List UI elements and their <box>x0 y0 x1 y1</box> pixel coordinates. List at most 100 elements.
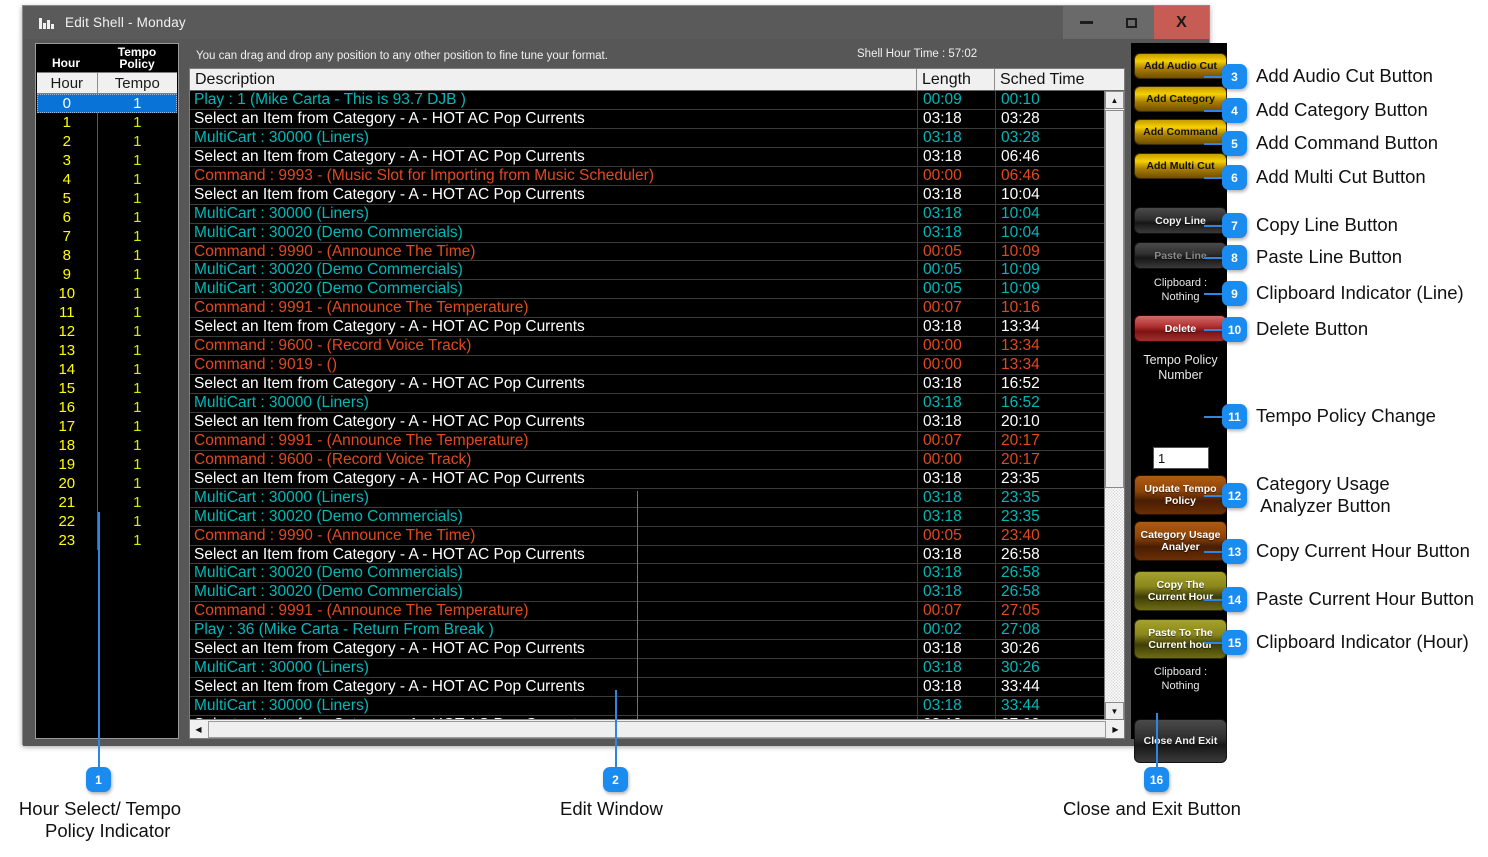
hour-cell: 3 <box>37 151 98 170</box>
scroll-down-arrow-icon[interactable]: ▼ <box>1105 702 1124 720</box>
schedule-row[interactable]: MultiCart : 30020 (Demo Commercials) 03:1… <box>190 564 1104 584</box>
horizontal-scroll-thumb[interactable] <box>208 720 1106 738</box>
annotation-label-5: Add Command Button <box>1256 132 1439 153</box>
row-sched-time: 10:04 <box>995 223 1104 242</box>
paste-line-button[interactable]: Paste Line <box>1134 242 1227 269</box>
tempo-cell: 1 <box>133 456 142 473</box>
schedule-row[interactable]: MultiCart : 30000 (Liners) 03:18 30:26 <box>190 659 1104 679</box>
schedule-row[interactable]: Select an Item from Category - A - HOT A… <box>190 109 1104 129</box>
vertical-scroll-thumb[interactable] <box>1105 110 1124 488</box>
schedule-row[interactable]: Command : 9991 - (Announce The Temperatu… <box>190 602 1104 622</box>
annotation-badge-7: 7 <box>1222 213 1247 238</box>
annotation-badge-15: 15 <box>1222 630 1247 655</box>
schedule-row[interactable]: Select an Item from Category - A - HOT A… <box>190 375 1104 394</box>
schedule-row[interactable]: Select an Item from Category - A - HOT A… <box>190 412 1104 432</box>
hour-row[interactable]: 21 1 <box>37 493 177 512</box>
hour-cell: 1 <box>37 113 98 132</box>
schedule-row[interactable]: MultiCart : 30020 (Demo Commercials) 00:0… <box>190 280 1104 300</box>
schedule-row[interactable]: MultiCart : 30020 (Demo Commercials) 03:1… <box>190 223 1104 243</box>
schedule-row[interactable]: Command : 9600 - (Record Voice Track) 00:… <box>190 337 1104 357</box>
hour-row[interactable]: 61 <box>37 208 177 227</box>
schedule-list-body[interactable]: Play : 1 (Mike Carta - This is 93.7 DJB … <box>189 91 1125 720</box>
tempo-policy-number-label: Tempo Policy Number <box>1143 353 1218 382</box>
row-sched-time: 03:28 <box>995 109 1104 128</box>
hour-row[interactable]: 10 1 <box>37 284 177 303</box>
schedule-row[interactable]: MultiCart : 30000 (Liners) 03:18 16:52 <box>190 394 1104 413</box>
hour-cell: 6 <box>37 208 98 227</box>
schedule-row[interactable]: Command : 9993 - (Music Slot for Importi… <box>190 166 1104 186</box>
close-and-exit-button[interactable]: Close And Exit <box>1134 719 1227 763</box>
vertical-scroll-track[interactable] <box>1105 110 1124 701</box>
add-command-button[interactable]: Add Command <box>1134 119 1227 145</box>
scroll-left-arrow-icon[interactable]: ◀ <box>190 720 207 738</box>
scroll-right-arrow-icon[interactable]: ▶ <box>1107 720 1124 738</box>
row-length: 03:18 <box>917 678 995 696</box>
hour-row[interactable]: 22 1 <box>37 512 177 531</box>
minimize-button[interactable] <box>1063 6 1108 39</box>
schedule-row[interactable]: Select an Item from Category - A - HOT A… <box>190 147 1104 167</box>
paste-to-the-current-hour-button[interactable]: Paste To The Current hour <box>1134 619 1227 659</box>
hour-row[interactable]: 01 <box>37 94 177 113</box>
row-sched-time: 20:17 <box>995 450 1104 469</box>
hour-row[interactable]: 71 <box>37 227 177 246</box>
hour-row[interactable]: 20 1 <box>37 474 177 493</box>
hour-row[interactable]: 12 1 <box>37 322 177 341</box>
tempo-cell: 1 <box>133 342 142 359</box>
hour-row[interactable]: 15 1 <box>37 379 177 398</box>
hour-row[interactable]: 41 <box>37 170 177 189</box>
horizontal-scrollbar[interactable]: ◀ ▶ <box>189 719 1125 739</box>
schedule-row[interactable]: Select an Item from Category - A - HOT A… <box>190 545 1104 565</box>
hour-cell: 7 <box>37 227 98 246</box>
schedule-row[interactable]: Play : 1 (Mike Carta - This is 93.7 DJB … <box>190 91 1104 110</box>
schedule-row[interactable]: Command : 9991 - (Announce The Temperatu… <box>190 431 1104 451</box>
schedule-row[interactable]: Select an Item from Category - A - HOT A… <box>190 640 1104 660</box>
hour-rows-container[interactable]: 0 1 1 1 2 1 3 1 4 1 5 1 6 1 7 1 8 1 9 1 10 1 11 1 12 1 13 1 14 1 15 1 16… <box>37 94 177 550</box>
hour-row[interactable]: 13 1 <box>37 341 177 360</box>
row-length: 03:18 <box>917 128 995 147</box>
vertical-scrollbar[interactable]: ▲ ▼ <box>1104 91 1124 720</box>
hour-row[interactable]: 31 <box>37 151 177 170</box>
hour-row[interactable]: 23 1 <box>37 531 177 550</box>
hour-row[interactable]: 21 <box>37 132 177 151</box>
scroll-up-arrow-icon[interactable]: ▲ <box>1105 91 1124 109</box>
row-length: 00:07 <box>917 602 995 621</box>
schedule-row[interactable]: Command : 9991 - (Announce The Temperatu… <box>190 299 1104 319</box>
schedule-row[interactable]: Select an Item from Category - A - HOT A… <box>190 318 1104 338</box>
tempo-cell: 1 <box>133 418 142 435</box>
schedule-row[interactable]: MultiCart : 30000 (Liners) 03:18 03:28 <box>190 128 1104 148</box>
schedule-row[interactable]: Select an Item from Category - A - HOT A… <box>190 185 1104 205</box>
hour-row[interactable]: 19 1 <box>37 455 177 474</box>
hour-row[interactable]: 81 <box>37 246 177 265</box>
schedule-row[interactable]: MultiCart : 30000 (Liners) 03:18 10:04 <box>190 204 1104 224</box>
hour-row[interactable]: 16 1 <box>37 398 177 417</box>
row-description: MultiCart : 30020 (Demo Commercials) <box>194 223 463 241</box>
hour-row[interactable]: 51 <box>37 189 177 208</box>
annotation-badge-16: 16 <box>1144 767 1169 792</box>
add-category-button[interactable]: Add Category <box>1134 86 1227 112</box>
hour-row[interactable]: 18 1 <box>37 436 177 455</box>
schedule-row[interactable]: Play : 36 (Mike Carta - Return From Brea… <box>190 621 1104 641</box>
close-button[interactable]: X <box>1153 6 1209 39</box>
hour-row[interactable]: 11 <box>37 113 177 132</box>
schedule-row[interactable]: MultiCart : 30000 (Liners) 03:18 33:44 <box>190 697 1104 716</box>
schedule-row[interactable]: MultiCart : 30020 (Demo Commercials) 00:0… <box>190 261 1104 281</box>
schedule-row[interactable]: Command : 9600 - (Record Voice Track) 00:… <box>190 450 1104 470</box>
schedule-row[interactable]: MultiCart : 30020 (Demo Commercials) 03:1… <box>190 507 1104 527</box>
schedule-row[interactable]: MultiCart : 30000 (Liners) 03:18 23:35 <box>190 488 1104 508</box>
schedule-row[interactable]: Command : 9990 - (Announce The Time) 00:0… <box>190 242 1104 262</box>
schedule-row[interactable]: Select an Item from Category - A - HOT A… <box>190 469 1104 489</box>
schedule-row[interactable]: Select an Item from Category - A - HOT A… <box>190 678 1104 697</box>
hour-row[interactable]: 17 1 <box>37 417 177 436</box>
tempo-policy-number-input[interactable] <box>1153 447 1209 469</box>
copy-line-button[interactable]: Copy Line <box>1134 207 1227 234</box>
copy-the-current-hour-button[interactable]: Copy The Current Hour <box>1134 571 1227 611</box>
hour-row[interactable]: 11 1 <box>37 303 177 322</box>
category-usage-analyer-button[interactable]: Category Usage Analyer <box>1134 521 1227 561</box>
maximize-button[interactable] <box>1108 6 1153 39</box>
schedule-row[interactable]: Command : 9990 - (Announce The Time) 00:0… <box>190 526 1104 546</box>
schedule-row[interactable]: Command : 9019 - () 00:00 13:34 <box>190 356 1104 376</box>
hour-row[interactable]: 91 <box>37 265 177 284</box>
add-multi-cut-button[interactable]: Add Multi Cut <box>1134 153 1227 179</box>
hour-row[interactable]: 14 1 <box>37 360 177 379</box>
schedule-row[interactable]: MultiCart : 30020 (Demo Commercials) 03:1… <box>190 583 1104 603</box>
